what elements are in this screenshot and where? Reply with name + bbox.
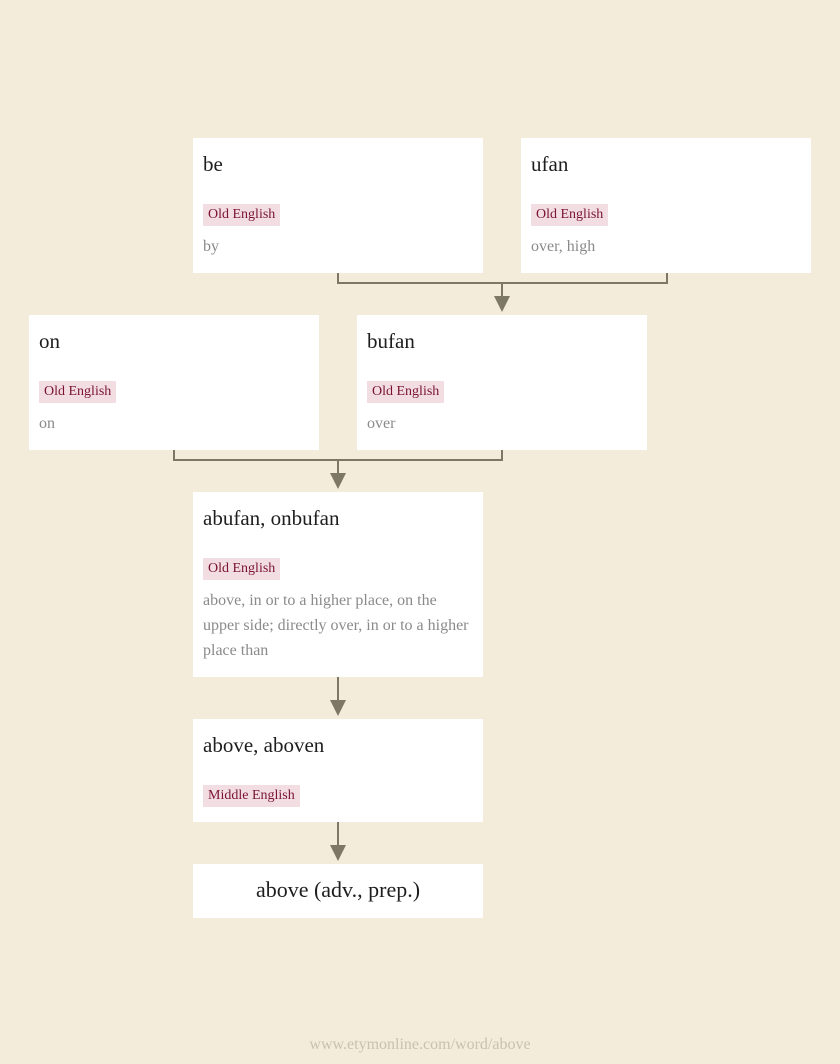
node-above-middle-english[interactable]: above, aboven Middle English — [193, 719, 483, 822]
node-word: above (adv., prep.) — [255, 877, 421, 902]
node-word: bufan — [367, 329, 415, 353]
language-badge: Old English — [203, 204, 281, 226]
node-bufan[interactable]: bufan Old English over — [357, 315, 647, 450]
node-gloss: by — [203, 238, 219, 255]
node-word: be — [203, 152, 223, 176]
language-badge: Old English — [203, 558, 281, 580]
node-word: abufan, onbufan — [203, 506, 340, 530]
node-word: above, aboven — [203, 733, 325, 757]
node-abufan[interactable]: abufan, onbufan Old English above, in or… — [193, 492, 483, 677]
language-badge: Old English — [367, 381, 445, 403]
language-badge: Old English — [531, 204, 609, 226]
node-gloss: over — [367, 415, 396, 432]
language-badge: Middle English — [203, 785, 300, 807]
node-gloss: on — [39, 415, 55, 432]
connector-on-bufan — [173, 450, 503, 461]
node-word: ufan — [531, 152, 569, 176]
node-word: on — [39, 329, 60, 353]
footer-url: www.etymonline.com/word/above — [309, 1036, 531, 1053]
node-gloss: above, in or to a higher place, on the u… — [203, 592, 469, 659]
connector-be-ufan — [337, 273, 668, 284]
node-be[interactable]: be Old English by — [193, 138, 483, 273]
node-on[interactable]: on Old English on — [29, 315, 319, 450]
node-gloss: over, high — [531, 238, 596, 255]
node-final-above[interactable]: above (adv., prep.) — [193, 864, 483, 918]
node-ufan[interactable]: ufan Old English over, high — [521, 138, 811, 273]
language-badge: Old English — [39, 381, 117, 403]
